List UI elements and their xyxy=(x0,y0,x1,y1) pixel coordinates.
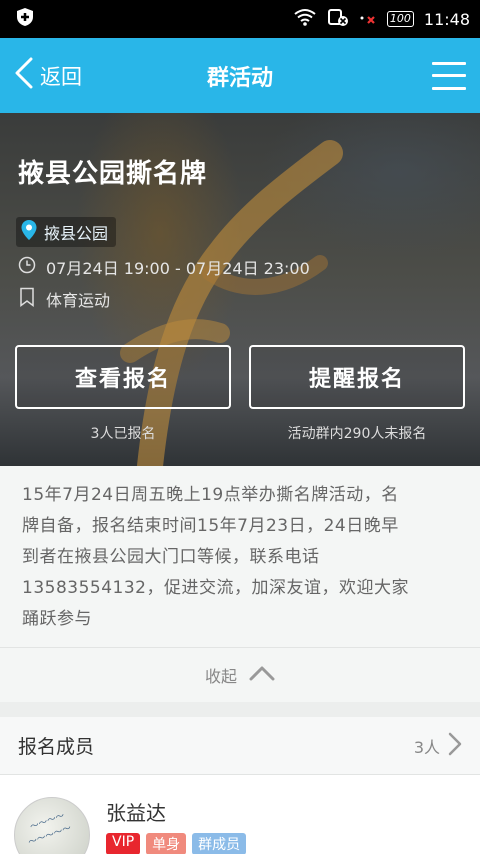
signed-count: 3人已报名 xyxy=(90,426,156,442)
battery-level: 100 xyxy=(386,11,414,27)
chevron-right-icon xyxy=(448,732,462,760)
event-location[interactable]: 掖县公园 xyxy=(16,217,117,247)
single-badge: 单身 xyxy=(146,833,187,854)
event-time: 07月24日 19:00 - 07月24日 23:00 xyxy=(46,259,310,278)
members-header[interactable]: 报名成员 3人 xyxy=(0,717,480,775)
wifi-icon xyxy=(293,8,317,30)
event-title: 掖县公园撕名牌 xyxy=(18,159,208,189)
event-time-row: 07月24日 19:00 - 07月24日 23:00 xyxy=(18,255,310,279)
member-tags: VIP 单身 群成员 xyxy=(106,833,247,854)
remind-signup-button[interactable]: 提醒报名 xyxy=(249,345,465,409)
signal-x-icon xyxy=(359,8,377,30)
section-divider xyxy=(0,702,480,717)
collapse-button[interactable]: 收起 xyxy=(0,647,480,702)
description-line: 踊跃参与 xyxy=(22,609,92,629)
description-line: 到者在掖县公园大门口等候，联系电话 xyxy=(22,547,320,567)
shield-icon xyxy=(14,6,36,32)
event-hero: 掖县公园撕名牌 掖县公园 07月24日 19:00 - 07月24日 23:00… xyxy=(0,113,480,466)
notification-icon xyxy=(327,7,349,31)
clock: 11:48 xyxy=(423,9,470,29)
hamburger-icon xyxy=(432,61,466,65)
event-description: 15年7月24日周五晚上19点举办撕名牌活动，名 牌自备，报名结束时间15年7月… xyxy=(0,466,480,647)
description-line: 牌自备，报名结束时间15年7月23日，24日晚早 xyxy=(22,516,399,536)
navbar: 返回 群活动 xyxy=(0,38,480,113)
group-member-badge: 群成员 xyxy=(192,833,247,854)
chevron-left-icon xyxy=(14,57,34,94)
collapse-label: 收起 xyxy=(204,667,237,686)
location-label: 掖县公园 xyxy=(44,224,109,243)
status-bar: 100 11:48 xyxy=(0,0,480,38)
member-name: 张益达 xyxy=(106,801,166,825)
clock-icon xyxy=(18,256,36,278)
description-line: 13583554132，促进交流，加深友谊，欢迎大家 xyxy=(22,578,409,598)
vip-badge: VIP xyxy=(106,833,141,854)
map-pin-icon xyxy=(20,219,38,245)
menu-button[interactable] xyxy=(432,61,466,90)
bookmark-icon xyxy=(18,287,36,311)
members-title: 报名成员 xyxy=(18,736,95,758)
unsigned-count: 活动群内290人未报名 xyxy=(287,426,427,442)
event-category-row: 体育运动 xyxy=(18,287,110,311)
description-line: 15年7月24日周五晚上19点举办撕名牌活动，名 xyxy=(22,485,399,505)
avatar[interactable]: ～～～～ ～～～～～ xyxy=(14,797,90,854)
back-label: 返回 xyxy=(40,64,82,89)
member-row[interactable]: ～～～～ ～～～～～ 张益达 VIP 单身 群成员 xyxy=(0,775,480,854)
event-category: 体育运动 xyxy=(46,291,111,310)
members-count-row: 3人 xyxy=(414,732,462,760)
view-signup-button[interactable]: 查看报名 xyxy=(15,345,231,409)
members-count: 3人 xyxy=(413,737,440,757)
back-button[interactable]: 返回 xyxy=(14,57,82,94)
battery-icon: 100 xyxy=(386,11,414,27)
chevron-up-icon xyxy=(249,665,275,685)
